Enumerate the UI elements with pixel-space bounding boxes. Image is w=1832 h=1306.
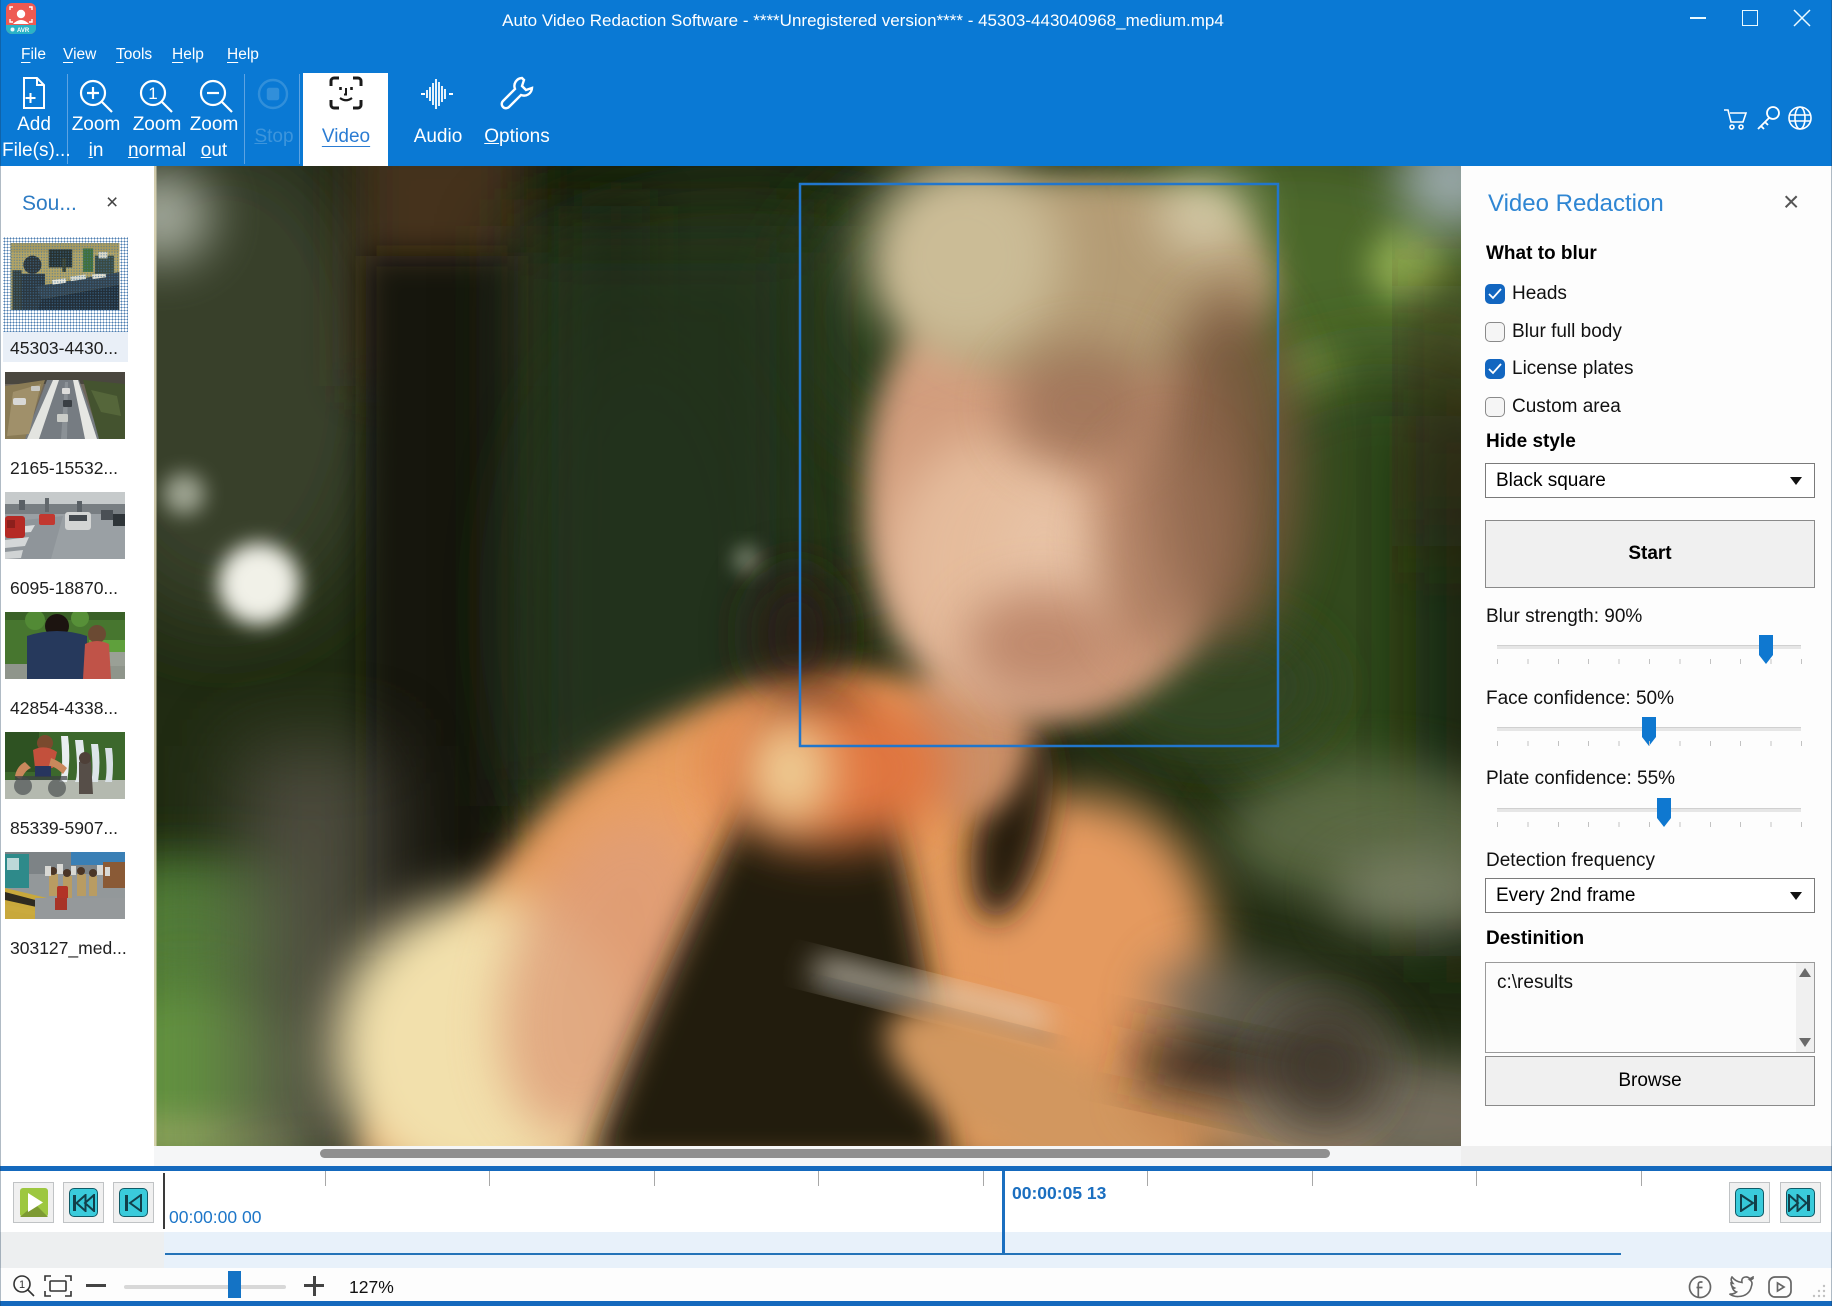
svg-text:1: 1: [19, 1279, 25, 1291]
svg-text:1: 1: [148, 84, 157, 103]
svg-text:AVR: AVR: [17, 28, 30, 34]
